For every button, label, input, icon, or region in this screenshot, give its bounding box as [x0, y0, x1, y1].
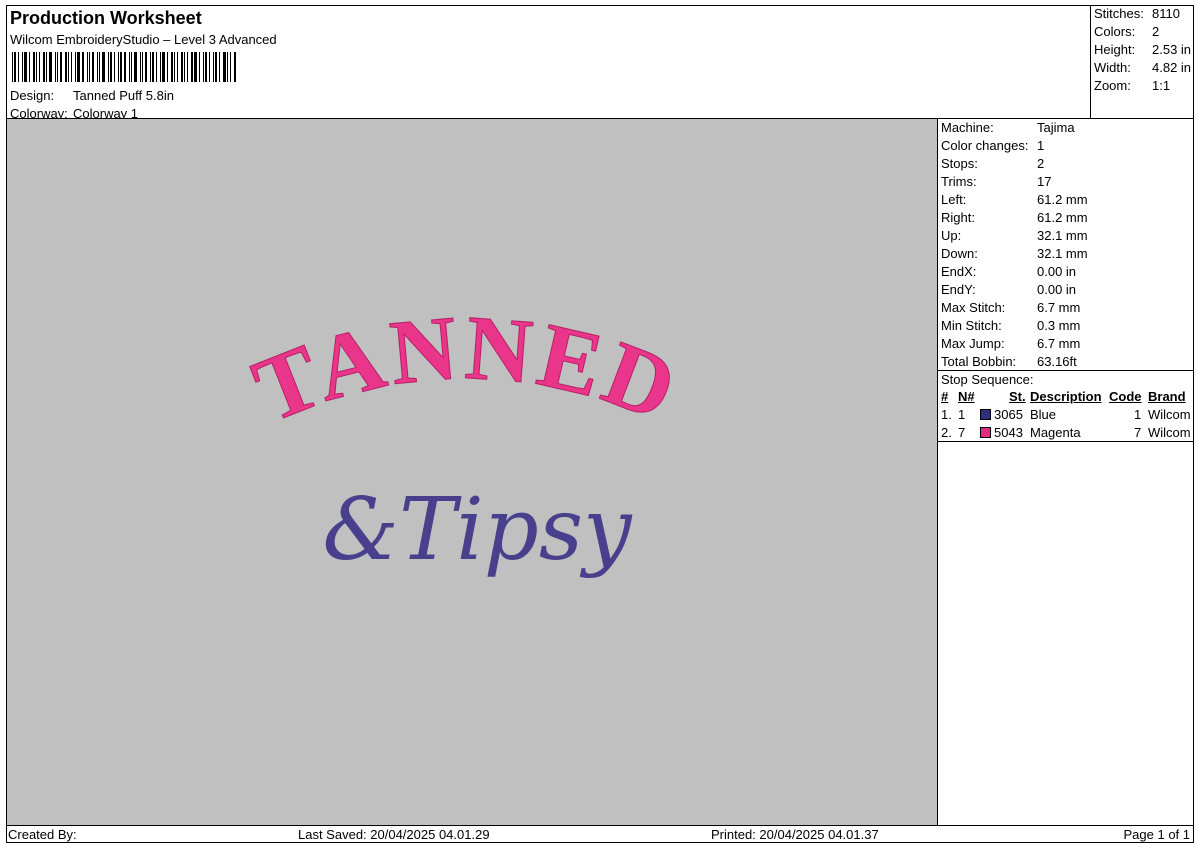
summary-value: 1:1 — [1152, 78, 1171, 93]
seq-description: Magenta — [1030, 425, 1081, 440]
machine-info-row: Color changes: 1 — [941, 138, 1044, 153]
machine-info-label: Min Stitch: — [941, 318, 1002, 333]
machine-info-label: EndX: — [941, 264, 977, 279]
machine-info-label: Trims: — [941, 174, 977, 189]
machine-info-value: 61.2 mm — [1037, 210, 1088, 225]
machine-info-label: Right: — [941, 210, 975, 225]
machine-info-label: Up: — [941, 228, 962, 243]
machine-info-value: 17 — [1037, 174, 1052, 189]
machine-info-row: Max Stitch: 6.7 mm — [941, 300, 1080, 315]
machine-info-row: EndX: 0.00 in — [941, 264, 1076, 279]
color-swatch — [980, 409, 991, 420]
machine-info-row: Down: 32.1 mm — [941, 246, 1088, 261]
stop-sequence-title: Stop Sequence: — [941, 372, 1034, 387]
col-header-num: # — [941, 389, 949, 404]
summary-label: Zoom: — [1094, 78, 1131, 93]
seq-num: 2. — [941, 425, 952, 440]
machine-info-label: Down: — [941, 246, 978, 261]
page-number: Page 1 of 1 — [1123, 827, 1191, 842]
embroidery-design: TANNED &Tipsy — [240, 295, 692, 580]
col-header-st: St. — [1009, 389, 1026, 404]
footer: Created By: Last Saved: 20/04/2025 04.01… — [6, 826, 1194, 843]
summary-value: 2 — [1152, 24, 1160, 39]
machine-info-value: 0.00 in — [1037, 282, 1077, 297]
col-header-code: Code — [1109, 389, 1142, 404]
machine-info-label: Total Bobbin: — [941, 354, 1017, 369]
machine-info-row: Right: 61.2 mm — [941, 210, 1088, 225]
machine-info-label: Stops: — [941, 156, 978, 171]
machine-info-label: Machine: — [941, 120, 994, 135]
machine-info-value: 1 — [1037, 138, 1045, 153]
machine-info-value: 0.3 mm — [1037, 318, 1081, 333]
page-title: Production Worksheet — [10, 8, 202, 28]
col-header-brand: Brand — [1148, 389, 1186, 404]
summary-value: 2.53 in — [1152, 42, 1192, 57]
machine-info-label: Max Stitch: — [941, 300, 1006, 315]
summary-label: Colors: — [1094, 24, 1136, 39]
seq-brand: Wilcom — [1148, 407, 1191, 422]
seq-st: 3065 — [994, 407, 1023, 422]
created-by: Created By: — [8, 827, 77, 842]
design-row: Design: Tanned Puff 5.8in — [10, 88, 174, 103]
machine-info-value: 2 — [1037, 156, 1045, 171]
machine-info-row: Machine: Tajima — [941, 120, 1075, 135]
summary-value: 4.82 in — [1152, 60, 1192, 75]
seq-num: 1. — [941, 407, 952, 422]
summary-label: Width: — [1094, 60, 1131, 75]
design-text-tipsy: &Tipsy — [322, 480, 633, 580]
machine-info-row: EndY: 0.00 in — [941, 282, 1076, 297]
summary-row: Colors: 2 — [1094, 24, 1159, 39]
summary-value: 8110 — [1152, 6, 1180, 21]
design-preview: TANNED &Tipsy — [7, 119, 937, 825]
machine-info-row: Up: 32.1 mm — [941, 228, 1088, 243]
machine-info-value: 32.1 mm — [1037, 246, 1088, 261]
machine-info-row: Min Stitch: 0.3 mm — [941, 318, 1080, 333]
summary-label: Height: — [1094, 42, 1136, 57]
machine-info-label: Left: — [941, 192, 967, 207]
machine-info-label: EndY: — [941, 282, 976, 297]
seq-n: 7 — [958, 425, 966, 440]
seq-st: 5043 — [994, 425, 1023, 440]
machine-info-value: 6.7 mm — [1037, 336, 1081, 351]
color-swatch — [980, 427, 991, 438]
machine-info-row: Total Bobbin: 63.16ft — [941, 354, 1077, 369]
summary-row: Width: 4.82 in — [1094, 60, 1191, 75]
seq-brand: Wilcom — [1148, 425, 1191, 440]
summary-row: Zoom: 1:1 — [1094, 78, 1170, 93]
summary-row: Stitches: 8110 — [1094, 6, 1180, 21]
design-label: Design: — [10, 88, 55, 103]
machine-info-panel: Machine: Tajima Color changes: 1 Stops: 2 Trim… — [938, 119, 1194, 825]
machine-info-label: Color changes: — [941, 138, 1029, 153]
software-subtitle: Wilcom EmbroideryStudio – Level 3 Advanc… — [10, 32, 277, 47]
seq-n: 1 — [958, 407, 966, 422]
printed-date: Printed: 20/04/2025 04.01.37 — [711, 827, 879, 842]
header-info: Production Worksheet Wilcom EmbroiderySt… — [6, 5, 1091, 121]
col-header-description: Description — [1030, 389, 1102, 404]
summary-box: Stitches: 8110 Colors: 2 Height: 2.53 in… — [1091, 5, 1194, 118]
seq-description: Blue — [1030, 407, 1057, 422]
barcode — [12, 52, 284, 82]
design-text-tanned: TANNED — [240, 296, 692, 442]
machine-info-value: 32.1 mm — [1037, 228, 1088, 243]
machine-info-value: Tajima — [1037, 120, 1075, 135]
machine-info-row: Max Jump: 6.7 mm — [941, 336, 1080, 351]
machine-info-value: 61.2 mm — [1037, 192, 1088, 207]
machine-info-row: Stops: 2 — [941, 156, 1044, 171]
summary-row: Height: 2.53 in — [1094, 42, 1191, 57]
last-saved: Last Saved: 20/04/2025 04.01.29 — [298, 827, 490, 842]
machine-info-label: Max Jump: — [941, 336, 1005, 351]
seq-code: 1 — [1134, 407, 1142, 422]
machine-info-value: 63.16ft — [1037, 354, 1077, 369]
col-header-n: N# — [958, 389, 975, 404]
machine-info-row: Left: 61.2 mm — [941, 192, 1088, 207]
machine-info-value: 0.00 in — [1037, 264, 1077, 279]
summary-label: Stitches: — [1094, 6, 1144, 21]
design-value: Tanned Puff 5.8in — [73, 88, 174, 103]
seq-code: 7 — [1134, 425, 1142, 440]
machine-info-value: 6.7 mm — [1037, 300, 1081, 315]
machine-info-row: Trims: 17 — [941, 174, 1051, 189]
